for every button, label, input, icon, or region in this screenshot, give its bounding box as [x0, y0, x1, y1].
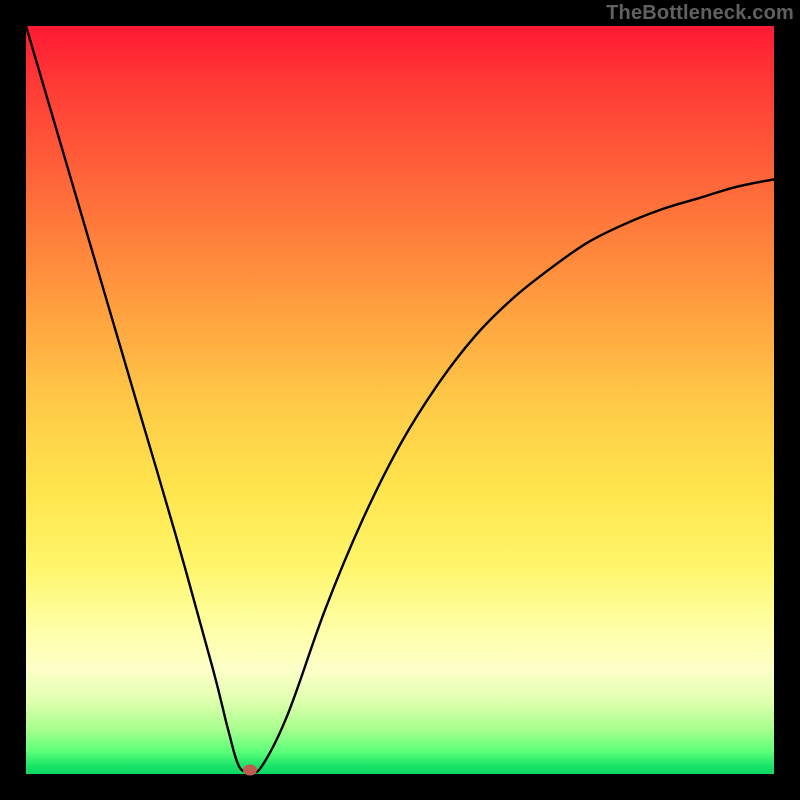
bottleneck-curve	[26, 26, 774, 774]
chart-frame: TheBottleneck.com	[0, 0, 800, 800]
optimum-marker	[243, 765, 257, 776]
watermark-text: TheBottleneck.com	[606, 2, 794, 25]
curve-path	[26, 26, 774, 772]
plot-area	[26, 26, 774, 774]
